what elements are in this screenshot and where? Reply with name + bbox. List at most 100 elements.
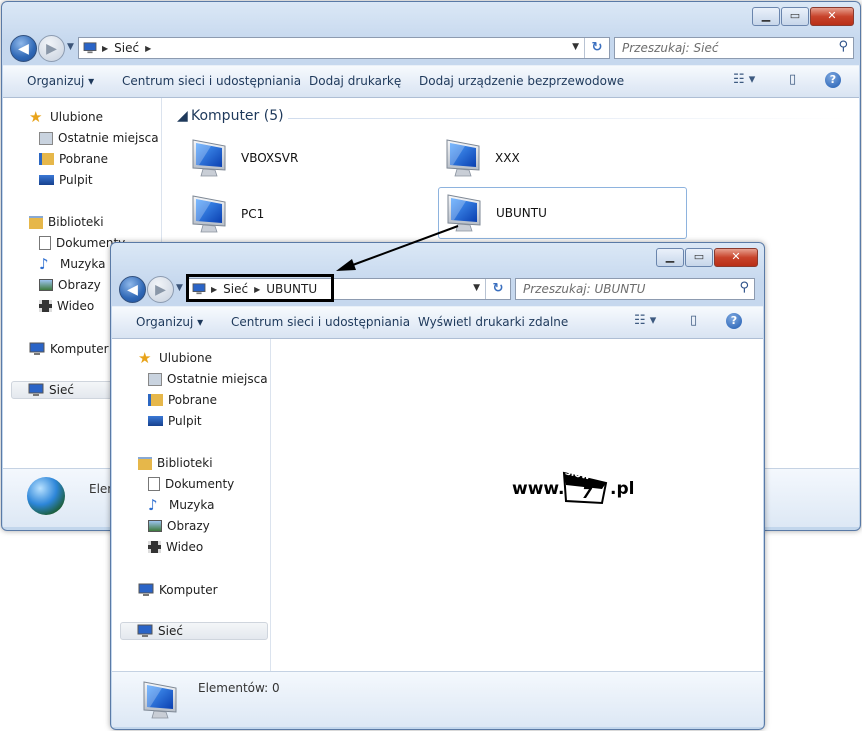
network-icon [137, 624, 153, 638]
network-sharing-center-button[interactable]: Centrum sieci i udostępniania [122, 74, 301, 88]
nav-label: Pulpit [168, 414, 202, 428]
change-view-icon[interactable]: ☷ ▾ [733, 72, 755, 87]
command-bar: Organizuj ▾ Centrum sieci i udostępniani… [3, 65, 859, 98]
watermark-suffix: .pl [610, 479, 635, 499]
minimize-icon: ▁ [761, 9, 771, 22]
minimize-icon: ▁ [665, 250, 675, 263]
nav-label: Sieć [158, 624, 183, 638]
documents-icon [148, 477, 160, 491]
nav-music[interactable]: ♪ Muzyka [39, 255, 105, 273]
address-bar[interactable]: ▶ Sieć ▶ ▼ ↻ [78, 37, 610, 59]
computer-name: UBUNTU [496, 206, 547, 220]
back-button[interactable]: ◀ [10, 35, 37, 62]
search-placeholder: Przeszukaj: UBUNTU [523, 282, 646, 296]
refresh-icon[interactable]: ↻ [485, 279, 510, 299]
nav-favorites[interactable]: ★ Ulubione [138, 349, 212, 367]
group-collapse-icon[interactable]: ◢ [177, 108, 188, 124]
nav-favorites[interactable]: ★ Ulubione [29, 108, 103, 126]
computer-item[interactable]: PC1 [187, 188, 264, 240]
nav-downloads[interactable]: Pobrane [148, 391, 217, 409]
search-input[interactable]: Przeszukaj: UBUNTU ⚲ [515, 278, 755, 300]
computer-item[interactable]: VBOXSVR [187, 132, 298, 184]
close-button[interactable]: ✕ [714, 248, 758, 267]
network-computer-icon [138, 678, 182, 722]
minimize-button[interactable]: ▁ [752, 7, 780, 26]
window-caption-buttons: ▁ ▭ ✕ [656, 248, 758, 267]
nav-recent-places[interactable]: Ostatnie miejsca [148, 370, 268, 388]
nav-pictures[interactable]: Obrazy [39, 276, 101, 294]
computer-icon [29, 342, 45, 356]
refresh-icon[interactable]: ↻ [584, 38, 609, 58]
add-printer-button[interactable]: Dodaj drukarkę [309, 74, 401, 88]
nav-label: Muzyka [60, 257, 106, 271]
nav-libraries[interactable]: Biblioteki [138, 454, 213, 472]
monitor-icon [187, 192, 231, 236]
breadcrumb-separator-icon[interactable]: ▶ [102, 44, 108, 53]
breadcrumb-separator-icon[interactable]: ▶ [145, 44, 151, 53]
window-caption-buttons: ▁ ▭ ✕ [752, 7, 854, 26]
help-icon[interactable]: ? [825, 72, 841, 88]
search-input[interactable]: Przeszukaj: Sieć ⚲ [614, 37, 854, 59]
nav-videos[interactable]: Wideo [39, 297, 94, 315]
preview-pane-icon[interactable]: ▯ [690, 313, 697, 328]
network-globe-icon [27, 477, 65, 515]
forward-button[interactable]: ▶ [147, 276, 174, 303]
recent-pages-dropdown[interactable]: ▼ [67, 42, 74, 52]
nav-desktop[interactable]: Pulpit [148, 412, 202, 430]
close-button[interactable]: ✕ [810, 7, 854, 26]
nav-desktop[interactable]: Pulpit [39, 171, 93, 189]
search-icon[interactable]: ⚲ [739, 280, 749, 295]
group-divider [288, 118, 848, 119]
nav-documents[interactable]: Dokumenty [148, 475, 234, 493]
search-icon[interactable]: ⚲ [838, 39, 848, 54]
details-pane: Elementów: 0 [112, 671, 763, 727]
nav-computer[interactable]: Komputer [29, 340, 109, 358]
navigation-pane: ★ Ulubione Ostatnie miejsca Pobrane Pulpi… [112, 339, 271, 671]
nav-network[interactable]: Sieć [120, 622, 268, 640]
minimize-button[interactable]: ▁ [656, 248, 684, 267]
nav-label: Biblioteki [48, 215, 104, 229]
group-header-computers[interactable]: Komputer (5) [191, 108, 284, 124]
videos-icon [148, 541, 161, 553]
star-icon: ★ [138, 349, 152, 367]
organize-menu[interactable]: Organizuj ▾ [136, 315, 203, 329]
network-icon [28, 383, 44, 397]
nav-label: Pobrane [59, 152, 109, 166]
address-dropdown-icon[interactable]: ▼ [473, 283, 480, 293]
forward-button[interactable]: ▶ [38, 35, 65, 62]
computer-name: VBOXSVR [241, 151, 299, 165]
star-icon: ★ [29, 108, 43, 126]
monitor-icon [441, 136, 485, 180]
maximize-button[interactable]: ▭ [781, 7, 809, 26]
breadcrumb-network[interactable]: Sieć [114, 41, 139, 55]
nav-computer[interactable]: Komputer [138, 581, 218, 599]
computer-item-selected[interactable]: UBUNTU [438, 187, 687, 239]
view-remote-printers-button[interactable]: Wyświetl drukarki zdalne [418, 315, 568, 329]
maximize-icon: ▭ [789, 9, 801, 22]
watermark-logo-num: 7 [582, 484, 593, 502]
nav-libraries[interactable]: Biblioteki [29, 213, 104, 231]
nav-downloads[interactable]: Pobrane [39, 150, 108, 168]
nav-videos[interactable]: Wideo [148, 538, 203, 556]
address-dropdown-icon[interactable]: ▼ [572, 42, 579, 52]
add-wireless-device-button[interactable]: Dodaj urządzenie bezprzewodowe [419, 74, 624, 88]
organize-menu[interactable]: Organizuj ▾ [27, 74, 94, 88]
network-sharing-center-button[interactable]: Centrum sieci i udostępniania [231, 315, 410, 329]
forward-arrow-icon: ▶ [46, 40, 57, 57]
computer-icon [138, 583, 154, 597]
downloads-folder-icon [39, 153, 54, 165]
computer-item[interactable]: XXX [441, 132, 520, 184]
music-icon: ♪ [39, 255, 49, 273]
recent-pages-dropdown[interactable]: ▼ [176, 283, 183, 293]
nav-label: Wideo [57, 299, 95, 313]
nav-recent-places[interactable]: Ostatnie miejsca [39, 129, 159, 147]
preview-pane-icon[interactable]: ▯ [789, 72, 796, 87]
nav-pictures[interactable]: Obrazy [148, 517, 210, 535]
change-view-icon[interactable]: ☷ ▾ [634, 313, 656, 328]
help-icon[interactable]: ? [726, 313, 742, 329]
nav-label: Wideo [166, 540, 204, 554]
network-icon [83, 42, 97, 54]
maximize-button[interactable]: ▭ [685, 248, 713, 267]
nav-music[interactable]: ♪ Muzyka [148, 496, 214, 514]
back-button[interactable]: ◀ [119, 276, 146, 303]
